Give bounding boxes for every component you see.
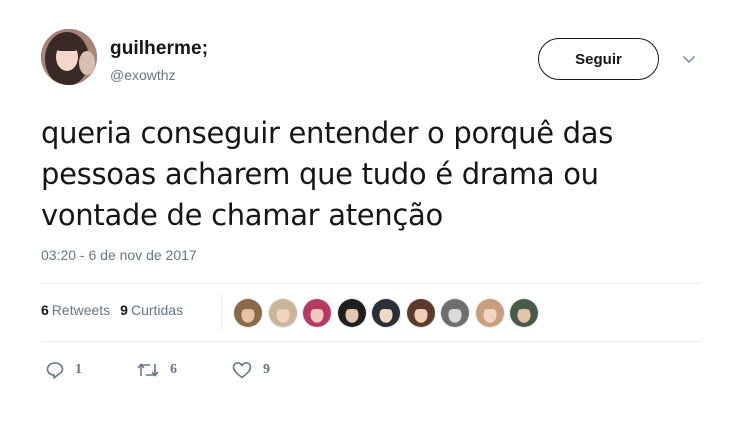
like-action[interactable]: 9: [231, 360, 270, 380]
liker-avatar-image: [234, 299, 262, 327]
chevron-down-icon[interactable]: [680, 52, 698, 66]
stats-separator: [221, 294, 222, 330]
liker-avatar[interactable]: [233, 298, 263, 328]
avatar-image: [41, 29, 97, 85]
retweets-label: Retweets: [51, 302, 111, 318]
user-handle[interactable]: @exowthz: [110, 67, 176, 83]
liker-avatar[interactable]: [440, 298, 470, 328]
tweet-text-line: vontade de chamar atenção: [41, 198, 443, 232]
likes-label: Curtidas: [130, 302, 184, 318]
reply-action[interactable]: 1: [45, 360, 82, 380]
profile-avatar[interactable]: [41, 29, 97, 85]
retweets-stat[interactable]: 6 Retweets: [41, 302, 110, 318]
likers-avatars: [233, 298, 544, 328]
liker-avatar[interactable]: [336, 298, 367, 328]
reply-icon: [46, 362, 64, 379]
liker-avatar-image: [268, 299, 297, 327]
liker-avatar-image: [372, 299, 400, 327]
liker-avatar[interactable]: [474, 298, 505, 328]
retweet-icon: [137, 363, 159, 377]
liker-avatar-image: [337, 299, 366, 327]
liker-avatar-image: [510, 299, 538, 327]
display-name[interactable]: guilherme;: [110, 38, 208, 60]
retweet-count: 6: [170, 362, 177, 377]
liker-avatar-image: [406, 299, 435, 327]
heart-icon: [232, 362, 252, 379]
tweet-text-line: queria conseguir entender o porquê das: [41, 116, 614, 150]
liker-avatar[interactable]: [371, 298, 401, 328]
tweet-timestamp[interactable]: 03:20 - 6 de nov de 2017: [41, 247, 197, 263]
tweet-card: guilherme; @exowthz Seguir queria conseg…: [0, 0, 730, 430]
follow-button[interactable]: Seguir: [538, 38, 659, 80]
liker-avatar[interactable]: [405, 298, 436, 328]
retweets-count: 6: [41, 302, 49, 318]
liker-avatar-image: [303, 299, 331, 327]
likes-count: 9: [120, 302, 128, 318]
like-count: 9: [263, 362, 270, 377]
liker-avatar[interactable]: [267, 298, 298, 328]
divider: [41, 283, 701, 284]
tweet-stats: 6 Retweets 9 Curtidas: [41, 302, 183, 318]
liker-avatar-image: [475, 299, 504, 327]
liker-avatar[interactable]: [302, 298, 332, 328]
tweet-text-line: pessoas acharem que tudo é drama ou: [41, 157, 599, 191]
liker-avatar-image: [441, 299, 469, 327]
divider: [41, 341, 701, 342]
reply-count: 1: [75, 362, 82, 377]
liker-avatar[interactable]: [509, 298, 539, 328]
retweet-action[interactable]: 6: [136, 360, 177, 380]
likes-stat[interactable]: 9 Curtidas: [120, 302, 183, 318]
tweet-text: queria conseguir entender o porquê das p…: [41, 113, 681, 236]
